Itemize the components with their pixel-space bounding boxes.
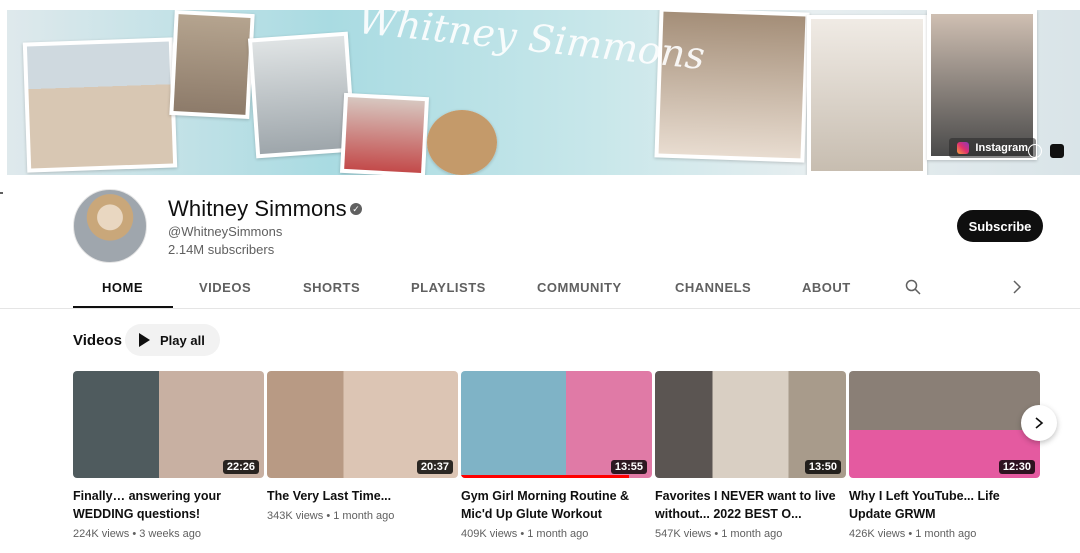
chevron-right-icon — [1035, 417, 1044, 429]
video-duration: 13:55 — [610, 460, 647, 474]
instagram-link-label: Instagram — [975, 142, 1028, 154]
carousel-next-button[interactable] — [1021, 405, 1057, 441]
search-icon[interactable] — [905, 279, 921, 295]
video-age: 1 month ago — [915, 528, 977, 540]
video-card[interactable]: 22:26 Finally… answering your WEDDING qu… — [73, 371, 264, 540]
video-duration: 20:37 — [416, 460, 453, 474]
video-duration: 22:26 — [222, 460, 259, 474]
video-thumbnail[interactable]: 22:26 — [73, 371, 264, 478]
video-card[interactable]: 13:55 Gym Girl Morning Routine & Mic'd U… — [461, 371, 652, 540]
tiktok-icon[interactable] — [1050, 144, 1064, 158]
video-card[interactable]: 12:30 Why I Left YouTube... Life Update … — [849, 371, 1040, 540]
channel-handle: @WhitneySimmons — [168, 224, 283, 239]
tab-channels[interactable]: CHANNELS — [675, 280, 751, 295]
video-meta: 426K views • 1 month ago — [849, 528, 977, 540]
video-title[interactable]: Gym Girl Morning Routine & Mic'd Up Glut… — [461, 487, 652, 523]
subscribe-button[interactable]: Subscribe — [957, 210, 1043, 242]
banner-photo-gym — [247, 31, 357, 159]
video-title[interactable]: Why I Left YouTube... Life Update GRWM — [849, 487, 1040, 523]
banner-script-text: Whitney Simmons — [355, 10, 707, 79]
video-duration: 13:50 — [804, 460, 841, 474]
video-thumbnail[interactable]: 20:37 — [267, 371, 458, 478]
video-views: 224K views — [73, 528, 130, 540]
tab-videos[interactable]: VIDEOS — [199, 280, 251, 295]
video-views: 547K views — [655, 528, 712, 540]
instagram-link[interactable]: Instagram — [949, 138, 1036, 158]
banner-photo-dog — [427, 110, 497, 175]
video-thumbnail[interactable]: 13:50 — [655, 371, 846, 478]
video-meta: 224K views • 3 weeks ago — [73, 528, 201, 540]
channel-banner: Whitney Simmons Instagram — [7, 10, 1080, 175]
instagram-icon — [957, 142, 970, 154]
active-tab-underline — [73, 306, 173, 308]
video-title[interactable]: Favorites I NEVER want to live without..… — [655, 487, 846, 523]
section-title: Videos — [73, 332, 122, 349]
watch-progress-bar — [461, 475, 630, 478]
banner-photo-beach — [22, 37, 178, 173]
video-thumbnail[interactable]: 12:30 — [849, 371, 1040, 478]
video-card[interactable]: 13:50 Favorites I NEVER want to live wit… — [655, 371, 846, 540]
play-all-button[interactable]: Play all — [125, 324, 220, 356]
edge-marker — [0, 192, 3, 194]
subscriber-count: 2.14M subscribers — [168, 242, 275, 257]
tab-shorts[interactable]: SHORTS — [303, 280, 360, 295]
verified-badge-icon: ✓ — [350, 203, 362, 215]
tab-home[interactable]: HOME — [102, 280, 143, 295]
play-icon — [139, 333, 150, 347]
video-meta: 343K views • 1 month ago — [267, 510, 395, 522]
tab-about[interactable]: ABOUT — [802, 280, 851, 295]
video-views: 343K views — [267, 510, 324, 522]
chevron-right-icon[interactable] — [1010, 279, 1024, 295]
channel-avatar[interactable] — [73, 189, 147, 263]
video-meta: 547K views • 1 month ago — [655, 528, 783, 540]
video-thumbnail[interactable]: 13:55 — [461, 371, 652, 478]
video-age: 1 month ago — [333, 510, 395, 522]
banner-photo-street — [339, 92, 430, 175]
video-views: 409K views — [461, 528, 518, 540]
play-all-label: Play all — [160, 332, 205, 348]
video-age: 3 weeks ago — [139, 528, 201, 540]
video-title[interactable]: The Very Last Time... — [267, 487, 458, 505]
tab-community[interactable]: COMMUNITY — [537, 280, 622, 295]
video-card[interactable]: 20:37 The Very Last Time... 343K views •… — [267, 371, 458, 522]
video-title[interactable]: Finally… answering your WEDDING question… — [73, 487, 264, 523]
video-age: 1 month ago — [721, 528, 783, 540]
banner-photo-duo — [169, 10, 255, 120]
tab-playlists[interactable]: PLAYLISTS — [411, 280, 486, 295]
globe-icon[interactable] — [1028, 144, 1042, 158]
video-age: 1 month ago — [527, 528, 589, 540]
video-views: 426K views — [849, 528, 906, 540]
banner-photo-sweater — [807, 15, 927, 175]
video-duration: 12:30 — [998, 460, 1035, 474]
channel-name: Whitney Simmons — [168, 196, 347, 221]
video-meta: 409K views • 1 month ago — [461, 528, 589, 540]
